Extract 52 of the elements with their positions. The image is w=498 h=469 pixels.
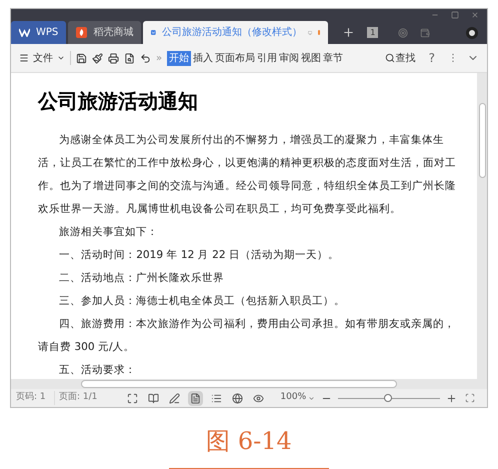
ribbon-tab[interactable]: 页面布局 — [214, 50, 256, 66]
wallet-icon[interactable] — [420, 28, 430, 38]
pen-icon[interactable] — [167, 390, 182, 406]
paragraph: 为感谢全体员工为公司发展所付出的不懈努力，增强员工的凝聚力，丰富集体生活，让员工在繁忙的工作中放松身心，以更饱满的精神更积极的态度面对生活，面对工作。也为了增进同事之间的交流与沟通。经公司领导同意，特组织全体员工到广州长隆欢乐世界一天游。凡属博世机电设备公司在职员工，均可免费享受此福利。 — [38, 133, 457, 217]
caret-icon[interactable] — [308, 394, 316, 402]
fit-icon[interactable] — [465, 393, 476, 403]
tab[interactable]: 公司旅游活动通知（修改样式） — [143, 21, 328, 44]
flame-icon — [76, 27, 88, 38]
tab[interactable]: WPS — [11, 21, 66, 44]
preview-icon[interactable] — [124, 52, 135, 64]
zoom-in-icon[interactable] — [446, 392, 458, 404]
zoom-slider[interactable] — [338, 393, 440, 403]
ribbon-tab[interactable]: 审阅 — [278, 50, 300, 66]
save-icon[interactable] — [76, 52, 87, 64]
tab-count-icon[interactable]: 1 — [367, 27, 378, 38]
tab[interactable]: 稻壳商城 — [68, 21, 142, 44]
file-menu[interactable]: 文件 — [19, 50, 65, 66]
printer-icon[interactable] — [108, 52, 119, 64]
zoom-menu[interactable]: 100% — [280, 391, 306, 405]
ribbon-tab[interactable]: 视图 — [300, 50, 322, 66]
new-tab-icon[interactable] — [342, 26, 356, 39]
paragraph: 四、旅游费用：本次旅游作为公司福利，费用由公司承担。如有带朋友或亲属的，请自费 300 元/人。 — [38, 317, 456, 355]
paragraph: 三、参加人员：海德士机电全体员工（包括新入职员工）。 — [58, 294, 346, 309]
wps-logo-icon — [19, 28, 30, 37]
search-button[interactable]: 查找 — [384, 50, 416, 66]
maximize-icon[interactable] — [451, 11, 459, 19]
close-icon[interactable] — [471, 11, 479, 19]
figure-caption: 图 6-14 — [206, 426, 292, 456]
brush-icon[interactable] — [92, 52, 103, 64]
caret-icon — [57, 54, 65, 62]
document-title: 公司旅游活动通知 — [38, 88, 199, 115]
paragraph: 一、活动时间：2019 年 12 月 22 日（活动为期一天）。 — [58, 248, 340, 263]
slider-thumb[interactable] — [384, 394, 392, 402]
globe-icon[interactable] — [230, 390, 246, 406]
search-icon — [384, 53, 395, 63]
paragraph: 旅游相关事宜如下： — [58, 225, 160, 240]
document-icon — [151, 27, 156, 38]
avatar-icon[interactable] — [466, 26, 478, 38]
menu-icon — [19, 53, 29, 63]
page-number: 页码: 1 — [16, 391, 47, 404]
paragraph: 二、活动地点：广州长隆欢乐世界 — [58, 271, 226, 286]
page-count: 页面: 1/1 — [54, 391, 98, 405]
undo-icon[interactable] — [140, 52, 151, 64]
target-icon[interactable] — [398, 28, 408, 38]
ribbon-tab[interactable]: 引用 — [256, 50, 278, 66]
page-icon[interactable] — [188, 390, 204, 406]
ribbon-tab[interactable]: 插入 — [192, 50, 214, 66]
paragraph: 五、活动要求： — [58, 363, 138, 378]
ribbon-tab[interactable]: 章节 — [322, 50, 344, 66]
more-button[interactable]: ⋮ — [448, 50, 458, 66]
help-button[interactable]: ? — [428, 49, 435, 67]
ribbon-tab[interactable]: 开始 — [167, 50, 192, 66]
